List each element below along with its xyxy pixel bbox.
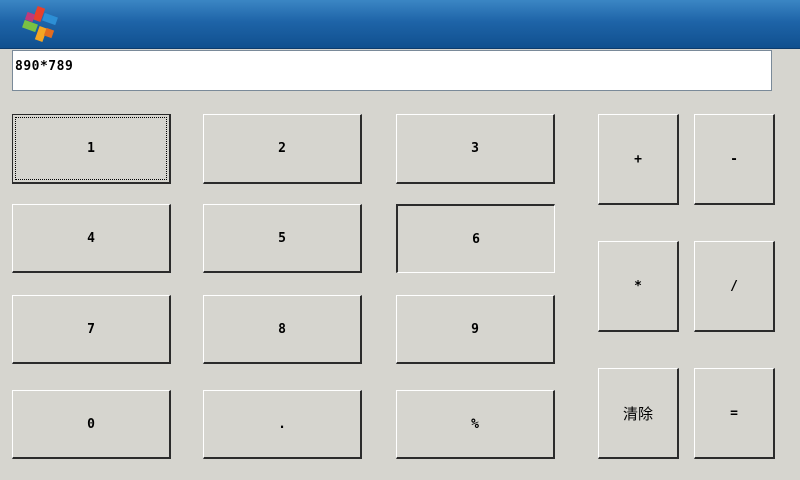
digit-8-button[interactable]: 8 <box>203 295 362 364</box>
digit-1-button[interactable]: 1 <box>12 114 171 184</box>
digit-0-button[interactable]: 0 <box>12 390 171 459</box>
plus-button[interactable]: + <box>598 114 679 205</box>
calculator-display[interactable]: 890*789 <box>12 50 772 91</box>
title-bar <box>0 0 800 49</box>
divide-button[interactable]: / <box>694 241 775 332</box>
digit-5-button[interactable]: 5 <box>203 204 362 273</box>
multiply-button[interactable]: * <box>598 241 679 332</box>
display-value: 890*789 <box>15 59 74 74</box>
digit-4-button[interactable]: 4 <box>12 204 171 273</box>
decimal-point-button[interactable]: . <box>203 390 362 459</box>
pinwheel-logo-icon <box>22 6 58 42</box>
digit-2-button[interactable]: 2 <box>203 114 362 184</box>
minus-button[interactable]: - <box>694 114 775 205</box>
percent-button[interactable]: % <box>396 390 555 459</box>
digit-6-button[interactable]: 6 <box>396 204 555 273</box>
digit-9-button[interactable]: 9 <box>396 295 555 364</box>
equals-button[interactable]: = <box>694 368 775 459</box>
digit-3-button[interactable]: 3 <box>396 114 555 184</box>
digit-7-button[interactable]: 7 <box>12 295 171 364</box>
clear-button[interactable]: 清除 <box>598 368 679 459</box>
